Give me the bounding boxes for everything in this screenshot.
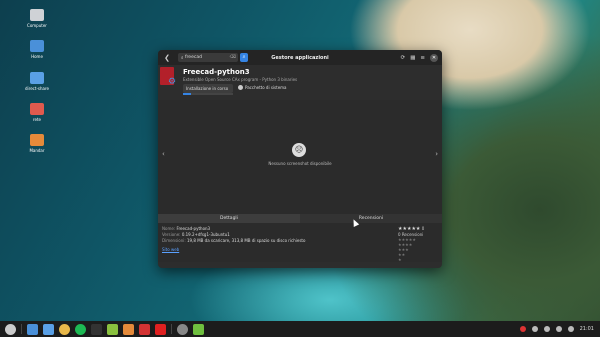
clock[interactable]: 21:01 bbox=[580, 326, 594, 332]
desktop-icon-label: direct-share bbox=[25, 86, 49, 91]
taskbar: 21:01 bbox=[0, 321, 600, 337]
menu-icon[interactable]: ≡ bbox=[420, 55, 425, 61]
chevron-left-icon[interactable]: ‹ bbox=[162, 150, 165, 158]
system-tray: 21:01 bbox=[519, 326, 594, 332]
network-icon[interactable] bbox=[531, 326, 538, 332]
separator bbox=[171, 324, 172, 334]
refresh-icon[interactable]: ⟳ bbox=[401, 55, 406, 61]
detail-value: Freecad-python3 bbox=[176, 226, 211, 231]
back-button[interactable]: ❮ bbox=[162, 53, 172, 63]
package-icon[interactable] bbox=[107, 323, 118, 335]
tab-details[interactable]: Dettagli bbox=[158, 214, 300, 223]
update-icon[interactable] bbox=[519, 326, 526, 332]
tab-reviews[interactable]: Recensioni bbox=[300, 214, 442, 223]
clear-icon[interactable]: ⌫ bbox=[230, 55, 236, 60]
detail-row: Dimensioni: 19,8 MB da scaricare, 313,8 … bbox=[162, 238, 372, 244]
desktop-icon-rete[interactable]: rete bbox=[22, 103, 52, 122]
system-package-badge: Pacchetto di sistema bbox=[238, 85, 287, 90]
desktop-icon-label: rete bbox=[32, 117, 42, 122]
detail-value: 19,8 MB da scaricare, 313,8 MB di spazio… bbox=[187, 238, 306, 243]
spotify-icon[interactable] bbox=[75, 323, 86, 335]
desktop-icon-label: Home bbox=[31, 54, 43, 59]
details-panel: Nome: Freecad-python3 Versione: 0.19.2+d… bbox=[162, 226, 372, 253]
volume-icon[interactable] bbox=[555, 326, 562, 332]
detail-tabs: Dettagli Recensioni bbox=[158, 214, 442, 223]
app-subtitle: Extensible Open Source CAx program - Pyt… bbox=[183, 77, 298, 82]
rating-bar: ★ bbox=[398, 257, 402, 262]
install-progress-button[interactable]: Installazione in corso bbox=[183, 84, 233, 93]
detail-key: Nome: bbox=[162, 226, 176, 231]
separator bbox=[21, 324, 22, 334]
folder-icon bbox=[30, 72, 44, 84]
detail-value: 0.19.2+dfsg1-3ubuntu1 bbox=[181, 232, 230, 237]
browser-icon[interactable] bbox=[59, 323, 70, 335]
sad-face-icon: ☹ bbox=[292, 143, 306, 157]
desktop-icon-home[interactable]: Home bbox=[22, 40, 52, 59]
folder-icon bbox=[30, 103, 44, 115]
detail-key: Dimensioni: bbox=[162, 238, 186, 243]
search-input[interactable]: ⌕ freecad ⌫ bbox=[178, 53, 238, 62]
desktop-icon-label: Computer bbox=[27, 23, 47, 28]
rating-score: 0 bbox=[421, 226, 425, 231]
install-progress-bar bbox=[183, 93, 233, 95]
close-button[interactable]: ✕ bbox=[430, 53, 438, 62]
install-progress-fill bbox=[183, 93, 191, 95]
titlebar: ❮ ⌕ freecad ⌫ ⌕ Gestore applicazioni ⟳ ▦… bbox=[158, 50, 442, 65]
search-icon: ⌕ bbox=[181, 55, 184, 61]
check-icon bbox=[238, 85, 243, 90]
no-screenshot-text: Nessuno screenshot disponibile bbox=[268, 161, 332, 166]
ratings-panel: ★★★★★ 0 0 Recensioni ★★★★★ ★★★★ ★★★ ★★ ★ bbox=[398, 226, 438, 262]
desktop-icon-computer[interactable]: Computer bbox=[22, 9, 52, 28]
folder-icon bbox=[30, 134, 44, 146]
home-folder-icon bbox=[30, 40, 44, 52]
files-icon[interactable] bbox=[27, 323, 38, 335]
chevron-right-icon[interactable]: › bbox=[435, 150, 438, 158]
app-name: Freecad-python3 bbox=[183, 68, 250, 76]
app-icon[interactable] bbox=[123, 323, 134, 335]
folder-icon[interactable] bbox=[43, 323, 54, 335]
software-manager-window: ❮ ⌕ freecad ⌫ ⌕ Gestore applicazioni ⟳ ▦… bbox=[158, 50, 442, 268]
app-header: ⚙ Freecad-python3 Extensible Open Source… bbox=[158, 65, 442, 100]
youtube-icon[interactable] bbox=[155, 323, 166, 335]
app-icon[interactable] bbox=[139, 323, 150, 335]
search-value: freecad bbox=[184, 55, 202, 60]
grid-icon[interactable]: ▦ bbox=[410, 55, 415, 61]
desktop-icon-mandar[interactable]: Mandar bbox=[22, 134, 52, 153]
store-icon[interactable] bbox=[193, 323, 204, 335]
terminal-icon[interactable] bbox=[91, 323, 102, 335]
system-package-label: Pacchetto di sistema bbox=[245, 85, 287, 90]
menu-icon[interactable] bbox=[5, 323, 16, 335]
gear-icon: ⚙ bbox=[168, 77, 177, 87]
battery-icon[interactable] bbox=[567, 326, 574, 332]
shield-icon[interactable] bbox=[543, 326, 550, 332]
timer-icon[interactable] bbox=[177, 323, 188, 335]
desktop-icon-direct-share[interactable]: direct-share bbox=[22, 72, 52, 91]
website-link[interactable]: Sito web bbox=[162, 247, 179, 252]
search-button[interactable]: ⌕ bbox=[240, 53, 248, 62]
desktop-icon-label: Mandar bbox=[29, 148, 45, 153]
computer-icon bbox=[30, 9, 44, 21]
detail-key: Versione: bbox=[162, 232, 181, 237]
